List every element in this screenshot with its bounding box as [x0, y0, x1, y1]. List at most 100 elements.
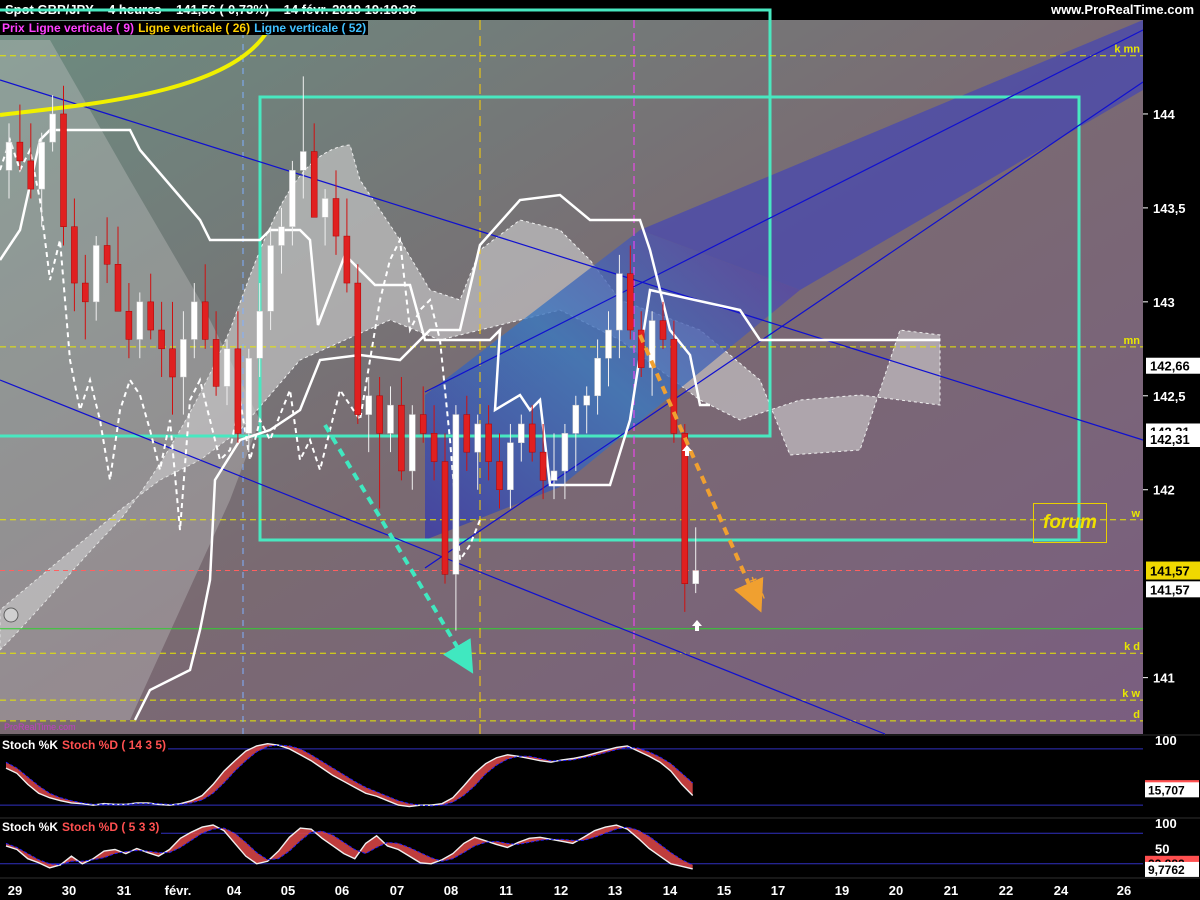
stoch2-legend: Stoch %K Stoch %D ( 5 3 3)	[0, 819, 162, 835]
x-tick-label: 30	[62, 883, 76, 898]
stoch1-k-label[interactable]: Stoch %K	[0, 738, 61, 752]
stoch2-k-label[interactable]: Stoch %K	[0, 820, 61, 834]
x-tick-label: 08	[444, 883, 458, 898]
indicator-price[interactable]: Prix	[0, 21, 27, 35]
candle-body	[289, 170, 296, 227]
candle-body	[310, 151, 318, 218]
x-tick-label: 15	[717, 883, 731, 898]
x-tick-label: févr.	[165, 883, 192, 898]
candle-body	[474, 423, 481, 453]
candle-body	[605, 329, 612, 359]
candle-body	[49, 113, 56, 143]
candle-body	[616, 273, 623, 331]
candle-body	[147, 301, 154, 331]
candle-body	[387, 404, 394, 434]
candle-body	[27, 160, 35, 190]
candle-body	[627, 273, 634, 331]
candle-body	[103, 245, 111, 265]
level-label-w: w	[1130, 508, 1140, 520]
candle-body	[245, 357, 253, 434]
x-tick-label: 06	[335, 883, 349, 898]
x-tick-label: 19	[835, 883, 849, 898]
candle-body	[321, 198, 329, 218]
stoch2-value-label: 9,7762	[1148, 863, 1185, 877]
alert-icon	[3, 607, 19, 623]
candle-body	[92, 245, 100, 303]
price-marker-label: 142,31	[1150, 432, 1190, 447]
candle-body	[169, 348, 176, 378]
x-tick-label: 31	[117, 883, 131, 898]
candle-body	[158, 329, 165, 350]
candle-body	[496, 461, 503, 490]
x-tick-label: 07	[390, 883, 404, 898]
stoch2-d-label[interactable]: Stoch %D ( 5 3 3)	[60, 820, 162, 834]
indicator-vline-26[interactable]: Ligne verticale ( 26)	[136, 21, 253, 35]
candle-body	[528, 423, 536, 453]
x-tick-label: 29	[8, 883, 22, 898]
candle-body	[332, 198, 340, 237]
price-marker-label: 141,57	[1150, 582, 1190, 597]
candle-body	[82, 282, 89, 303]
candle-body	[180, 339, 187, 378]
stoch1-legend: Stoch %K Stoch %D ( 14 3 5)	[0, 737, 169, 753]
level-label-mn: mn	[1124, 335, 1141, 347]
candle-body	[212, 339, 220, 387]
y-tick-label: 141	[1153, 671, 1175, 686]
y-tick-label: 142,5	[1153, 389, 1186, 404]
price-marker-label: 142,66	[1150, 359, 1190, 374]
candle-body	[409, 414, 416, 472]
candle-body	[572, 404, 580, 434]
chart-window: Spot GBP/JPY 4 heures 141,56 (-0,73%) 14…	[0, 0, 1200, 900]
candle-body	[518, 423, 525, 444]
candle-body	[125, 310, 133, 340]
candle-body	[300, 151, 307, 171]
candle-body	[136, 301, 144, 340]
x-tick-label: 26	[1117, 883, 1131, 898]
candle-body	[659, 320, 667, 340]
candle-body	[256, 310, 263, 359]
candle-body	[441, 461, 449, 575]
candle-body	[376, 395, 383, 434]
price-chart[interactable]: k mnmnwk dk wd+2,5144143,5143142,5142141…	[0, 0, 1200, 900]
x-tick-label: 12	[554, 883, 568, 898]
price-marker-label: 141,57	[1150, 564, 1190, 579]
candle-body	[539, 451, 547, 481]
candle-body	[267, 245, 274, 312]
candle-body	[191, 301, 198, 340]
candle-body	[583, 395, 590, 406]
level-label-d: d	[1133, 709, 1140, 721]
candle-body	[485, 423, 492, 462]
candle-body	[201, 301, 209, 340]
x-tick-label: 20	[889, 883, 903, 898]
y-tick-label: 144	[1153, 107, 1175, 122]
stoch1-d-label[interactable]: Stoch %D ( 14 3 5)	[60, 738, 169, 752]
indicator-legend: Prix Ligne verticale ( 9) Ligne verticale …	[0, 20, 369, 36]
candle-body	[419, 414, 427, 434]
candle-body	[463, 414, 471, 453]
level-label-k-mn: k mn	[1114, 44, 1140, 56]
candle-body	[430, 433, 438, 462]
candle-body	[5, 141, 13, 171]
indicator-vline-9[interactable]: Ligne verticale ( 9)	[26, 21, 137, 35]
stoch1-value-label: 15,707	[1148, 783, 1185, 797]
stoch2-tick-label: 50	[1155, 842, 1169, 857]
level-label-k-d: k d	[1124, 641, 1140, 653]
candle-body	[234, 348, 242, 434]
candle-body	[550, 470, 558, 481]
candle-body	[114, 264, 122, 312]
x-tick-label: 11	[499, 883, 513, 898]
x-tick-label: 05	[281, 883, 295, 898]
y-axis-area	[1143, 20, 1200, 734]
candle-body	[692, 570, 699, 584]
forum-badge[interactable]: forum	[1033, 503, 1107, 543]
indicator-vline-52[interactable]: Ligne verticale ( 52)	[252, 21, 369, 35]
x-tick-label: 04	[227, 883, 242, 898]
x-tick-label: 14	[663, 883, 678, 898]
candle-body	[354, 282, 362, 415]
candle-body	[16, 141, 24, 162]
candle-body	[398, 404, 405, 472]
candle-body	[71, 226, 78, 284]
x-tick-label: 22	[999, 883, 1013, 898]
x-tick-label: 24	[1054, 883, 1069, 898]
candle-body	[365, 395, 372, 415]
